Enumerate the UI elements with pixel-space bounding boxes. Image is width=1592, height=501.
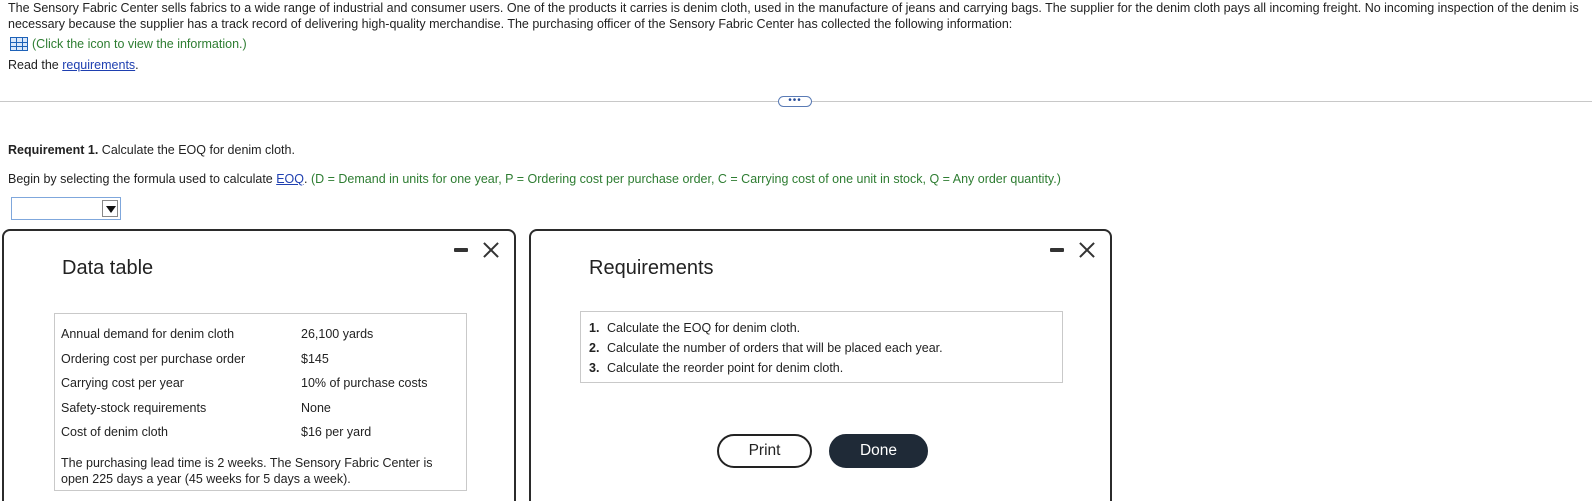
- problem-description: The Sensory Fabric Center sells fabrics …: [8, 1, 1579, 31]
- dropdown-arrow-icon[interactable]: [102, 200, 118, 217]
- read-prefix: Read the: [8, 58, 63, 72]
- requirements-link[interactable]: requirements: [62, 58, 135, 72]
- minimize-icon[interactable]: [1050, 248, 1064, 252]
- close-icon[interactable]: [482, 241, 500, 259]
- table-icon[interactable]: [10, 37, 28, 51]
- item-number: 3.: [589, 361, 600, 375]
- row-label: Cost of denim cloth: [61, 425, 168, 439]
- lead-time-note: The purchasing lead time is 2 weeks. The…: [61, 456, 433, 486]
- item-text: Calculate the reorder point for denim cl…: [607, 361, 844, 375]
- begin-dot: .: [304, 172, 311, 186]
- requirement-label: Requirement 1.: [8, 143, 99, 157]
- variable-definitions: (D = Demand in units for one year, P = O…: [310, 172, 1061, 186]
- item-text: Calculate the EOQ for denim cloth.: [607, 321, 801, 335]
- done-button[interactable]: Done: [829, 434, 928, 468]
- minimize-icon[interactable]: [454, 248, 468, 252]
- data-table-title: Data table: [62, 257, 154, 279]
- row-label: Ordering cost per purchase order: [61, 352, 246, 366]
- read-requirements-line: Read the requirements.: [8, 58, 139, 72]
- requirements-list-box: 1. Calculate the EOQ for denim cloth. 2. C…: [580, 311, 1063, 383]
- row-label: Annual demand for denim cloth: [61, 327, 235, 341]
- list-item: 3. Calculate the reorder point for denim …: [589, 358, 1062, 378]
- list-item: 1. Calculate the EOQ for denim cloth.: [589, 318, 1062, 338]
- list-item: 2. Calculate the number of orders that wi…: [589, 338, 1062, 358]
- begin-text: Begin by selecting the formula used to c…: [8, 172, 277, 186]
- info-link-text[interactable]: (Click the icon to view the information.…: [32, 37, 247, 51]
- requirements-title: Requirements: [589, 257, 714, 279]
- item-number: 1.: [589, 321, 600, 335]
- requirements-list: 1. Calculate the EOQ for denim cloth. 2. C…: [589, 318, 1062, 378]
- requirement-heading: Requirement 1. Calculate the EOQ for den…: [8, 143, 295, 157]
- item-text: Calculate the number of orders that will…: [607, 341, 943, 355]
- row-value: 26,100 yards: [301, 327, 374, 341]
- info-link[interactable]: (Click the icon to view the information.…: [10, 37, 247, 51]
- row-label: Carrying cost per year: [61, 376, 184, 390]
- requirement-text: Calculate the EOQ for denim cloth.: [98, 143, 295, 157]
- close-icon[interactable]: [1078, 241, 1096, 259]
- row-label: Safety-stock requirements: [61, 401, 207, 415]
- requirements-window: Requirements 1. Calculate the EOQ for den…: [529, 229, 1112, 501]
- row-value: None: [301, 401, 331, 415]
- eoq-link[interactable]: EOQ: [276, 172, 304, 186]
- formula-instruction: Begin by selecting the formula used to c…: [8, 172, 1061, 186]
- item-number: 2.: [589, 341, 600, 355]
- read-suffix: .: [135, 58, 139, 72]
- formula-dropdown[interactable]: [11, 197, 121, 220]
- row-value: $16 per yard: [301, 425, 372, 439]
- expand-button[interactable]: •••: [778, 96, 812, 107]
- print-button[interactable]: Print: [717, 434, 812, 468]
- row-value: 10% of purchase costs: [301, 376, 428, 390]
- data-table: Annual demand for denim cloth 26,100 yar…: [54, 313, 467, 491]
- data-table-window: Data table Annual demand for denim cloth…: [2, 229, 516, 501]
- row-value: $145: [301, 352, 329, 366]
